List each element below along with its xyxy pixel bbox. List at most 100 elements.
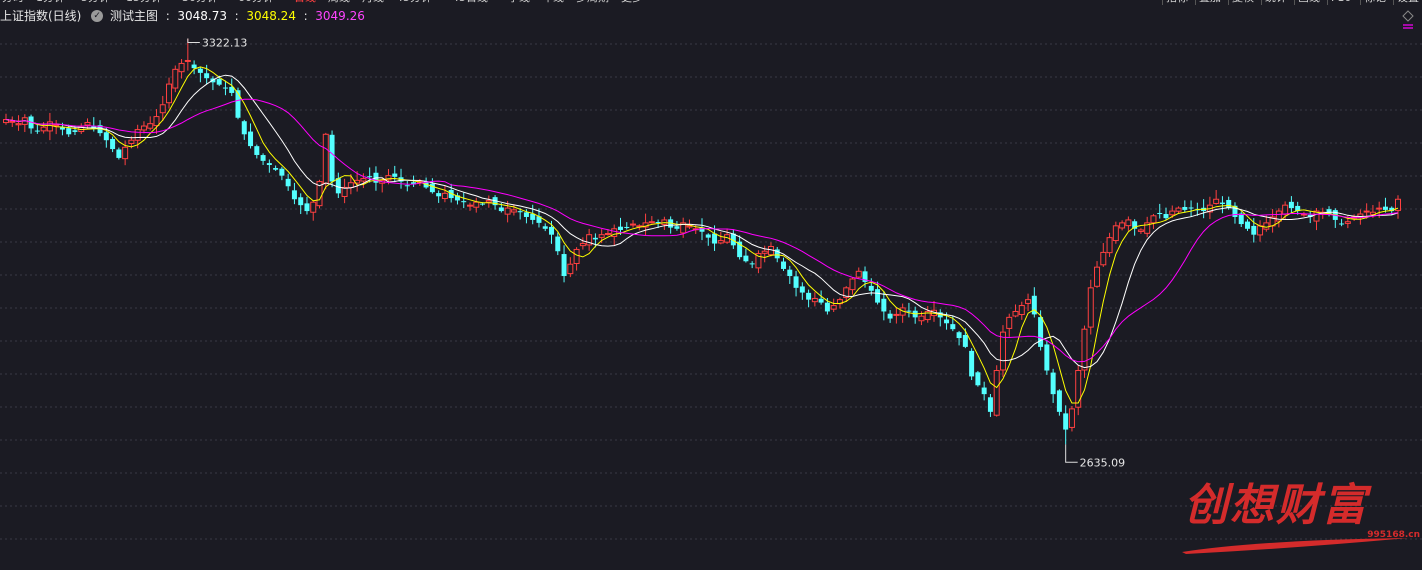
circle-icon[interactable]: ✓ bbox=[91, 10, 104, 22]
candle-up[interactable] bbox=[893, 313, 900, 316]
candle-down[interactable] bbox=[480, 203, 486, 205]
candle-down[interactable] bbox=[1182, 206, 1188, 210]
candle-up[interactable] bbox=[604, 233, 611, 236]
candle-down[interactable] bbox=[329, 134, 335, 182]
candle-down[interactable] bbox=[248, 131, 254, 147]
candle-down[interactable] bbox=[260, 155, 266, 161]
candle-up[interactable] bbox=[184, 59, 191, 62]
candle-down[interactable] bbox=[781, 261, 787, 269]
candle-up[interactable] bbox=[1012, 310, 1019, 317]
candle-up[interactable] bbox=[1018, 305, 1025, 316]
candle-up[interactable] bbox=[573, 248, 580, 265]
candle-up[interactable] bbox=[360, 178, 367, 182]
candle-down[interactable] bbox=[204, 73, 210, 79]
candle-up[interactable] bbox=[166, 83, 173, 104]
candle-down[interactable] bbox=[273, 168, 279, 170]
candle-up[interactable] bbox=[473, 201, 480, 208]
candle-up[interactable] bbox=[15, 123, 22, 126]
candle-down[interactable] bbox=[222, 87, 228, 89]
candle-down[interactable] bbox=[285, 178, 291, 187]
candle-up[interactable] bbox=[53, 124, 60, 127]
candle-up[interactable] bbox=[128, 139, 135, 145]
candle-down[interactable] bbox=[1050, 372, 1056, 395]
candle-down[interactable] bbox=[1132, 221, 1138, 229]
candle-up[interactable] bbox=[178, 62, 185, 73]
candle-up[interactable] bbox=[849, 278, 856, 291]
candle-up[interactable] bbox=[1376, 207, 1383, 210]
candle-down[interactable] bbox=[1339, 223, 1345, 225]
candle-up[interactable] bbox=[140, 125, 147, 131]
candle-down[interactable] bbox=[404, 185, 410, 187]
candle-down[interactable] bbox=[254, 146, 260, 155]
candle-down[interactable] bbox=[523, 212, 529, 217]
candle-up[interactable] bbox=[1075, 370, 1082, 408]
candle-down[interactable] bbox=[712, 233, 718, 244]
candle-down[interactable] bbox=[592, 237, 598, 240]
candle-down[interactable] bbox=[969, 350, 975, 377]
candle-down[interactable] bbox=[304, 203, 310, 212]
candle-up[interactable] bbox=[648, 221, 655, 224]
candle-down[interactable] bbox=[1038, 317, 1044, 347]
candle-down[interactable] bbox=[517, 211, 523, 213]
candle-up[interactable] bbox=[159, 104, 166, 114]
candle-up[interactable] bbox=[504, 207, 511, 215]
candle-up[interactable] bbox=[1094, 266, 1101, 287]
candle-up[interactable] bbox=[9, 120, 16, 123]
candle-down[interactable] bbox=[1245, 221, 1251, 229]
candle-down[interactable] bbox=[987, 397, 993, 412]
candle-down[interactable] bbox=[806, 292, 812, 300]
candle-up[interactable] bbox=[1125, 219, 1132, 227]
candle-down[interactable] bbox=[549, 226, 555, 235]
candle-up[interactable] bbox=[1257, 225, 1264, 236]
candle-up[interactable] bbox=[341, 186, 348, 197]
candle-down[interactable] bbox=[367, 176, 373, 178]
candle-up[interactable] bbox=[1006, 316, 1013, 329]
candle-down[interactable] bbox=[461, 201, 467, 203]
candle-down[interactable] bbox=[1382, 206, 1388, 210]
candle-up[interactable] bbox=[1169, 210, 1176, 216]
candle-down[interactable] bbox=[279, 168, 285, 176]
candle-down[interactable] bbox=[799, 286, 805, 293]
candle-down[interactable] bbox=[743, 255, 749, 262]
candle-up[interactable] bbox=[1100, 251, 1107, 266]
candle-down[interactable] bbox=[1226, 199, 1232, 209]
candle-up[interactable] bbox=[1106, 237, 1113, 254]
candle-up[interactable] bbox=[147, 123, 154, 129]
candle-down[interactable] bbox=[787, 269, 793, 277]
candle-up[interactable] bbox=[84, 121, 91, 126]
candle-up[interactable] bbox=[134, 129, 141, 141]
candle-up[interactable] bbox=[1068, 408, 1075, 428]
candle-down[interactable] bbox=[34, 130, 40, 132]
candle-down[interactable] bbox=[191, 64, 197, 69]
candle-down[interactable] bbox=[962, 334, 968, 347]
candle-down[interactable] bbox=[1157, 212, 1163, 215]
candle-down[interactable] bbox=[241, 121, 247, 135]
candle-up[interactable] bbox=[40, 126, 47, 132]
candle-up[interactable] bbox=[510, 209, 517, 213]
candle-up[interactable] bbox=[1137, 229, 1144, 232]
security-name[interactable]: 上证指数(日线) bbox=[0, 8, 81, 24]
candle-up[interactable] bbox=[122, 146, 129, 160]
candle-down[interactable] bbox=[1188, 207, 1194, 209]
candle-down[interactable] bbox=[542, 226, 548, 229]
candle-down[interactable] bbox=[392, 173, 398, 177]
candle-down[interactable] bbox=[498, 207, 504, 212]
candle-down[interactable] bbox=[624, 226, 630, 228]
candle-up[interactable] bbox=[172, 68, 179, 89]
candle-up[interactable] bbox=[1175, 207, 1182, 212]
candle-down[interactable] bbox=[906, 310, 912, 312]
candle-up[interactable] bbox=[1119, 222, 1126, 229]
candle-down[interactable] bbox=[981, 387, 987, 395]
candle-up[interactable] bbox=[1087, 287, 1094, 328]
candle-down[interactable] bbox=[1288, 201, 1294, 209]
candle-down[interactable] bbox=[824, 302, 830, 312]
candle-down[interactable] bbox=[950, 324, 956, 330]
candle-down[interactable] bbox=[1056, 390, 1062, 412]
candle-up[interactable] bbox=[1344, 221, 1351, 224]
candle-down[interactable] bbox=[298, 197, 304, 206]
candle-up[interactable] bbox=[1025, 299, 1032, 304]
candle-up[interactable] bbox=[567, 263, 574, 275]
indicator-name[interactable]: 测试主图 bbox=[110, 8, 158, 24]
candle-up[interactable] bbox=[1112, 225, 1119, 242]
candle-up[interactable] bbox=[717, 240, 724, 244]
